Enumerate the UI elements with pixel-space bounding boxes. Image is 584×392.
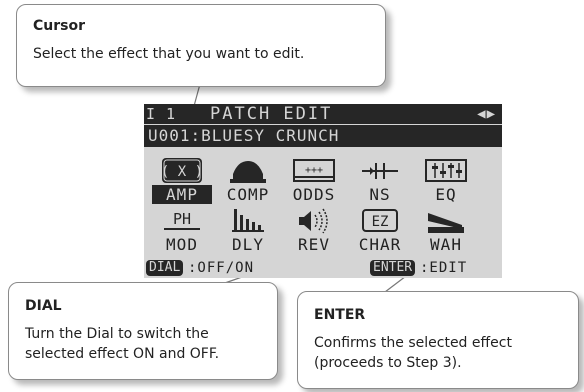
- char-glyph-text: EZ: [372, 214, 389, 230]
- callout-cursor-body: Select the effect that you want to edit.: [33, 46, 305, 62]
- enter-action: :EDIT: [420, 260, 468, 276]
- dial-key[interactable]: DIAL: [146, 260, 184, 276]
- effect-label: COMP: [226, 185, 270, 204]
- odds-icon: +++: [284, 157, 344, 185]
- svg-text:+++: +++: [305, 165, 323, 176]
- effect-label: WAH: [430, 235, 462, 254]
- effect-comp[interactable]: COMP: [218, 157, 278, 207]
- mod-glyph-text: PH: [173, 210, 191, 228]
- enter-key[interactable]: ENTER: [370, 260, 416, 276]
- effect-label: EQ: [435, 185, 457, 204]
- effect-dly[interactable]: DLY: [218, 207, 278, 257]
- delay-icon: [218, 207, 278, 235]
- noise-suppressor-icon: [350, 157, 410, 185]
- effect-amp[interactable]: ( X ) AMP: [152, 157, 212, 207]
- effect-mod[interactable]: PH MOD: [152, 207, 212, 257]
- page-arrows-icon[interactable]: ◀▶: [477, 106, 496, 122]
- effect-rev[interactable]: REV: [284, 207, 344, 257]
- eq-icon: [416, 157, 476, 185]
- effect-label: REV: [298, 235, 330, 254]
- mod-icon: PH: [152, 207, 212, 235]
- callout-dial-body: Turn the Dial to switch the selected eff…: [25, 326, 220, 362]
- callout-enter-title: ENTER: [314, 307, 366, 323]
- char-icon: EZ: [350, 207, 410, 235]
- screen-title: PATCH EDIT: [210, 104, 333, 124]
- patch-name: U001:BLUESY CRUNCH: [144, 125, 502, 147]
- callout-dial-title: DIAL: [25, 298, 62, 314]
- callout-cursor-title: Cursor: [33, 18, 86, 34]
- effect-label: MOD: [166, 235, 198, 254]
- reverb-icon: [284, 207, 344, 235]
- effect-label: ODDS: [292, 185, 336, 204]
- lcd-footer: DIAL :OFF/ON ENTER :EDIT: [144, 258, 502, 278]
- lcd-header: I 1 PATCH EDIT ◀▶: [144, 104, 502, 124]
- effect-label: CHAR: [358, 235, 402, 254]
- comp-icon: [218, 157, 278, 185]
- effect-label: AMP: [152, 185, 212, 204]
- patch-indicator: I 1: [146, 105, 177, 123]
- amp-icon: ( X ): [152, 157, 212, 185]
- effect-wah[interactable]: WAH: [416, 207, 476, 257]
- svg-text:( X ): ( X ): [161, 164, 203, 180]
- lcd-display: I 1 PATCH EDIT ◀▶ U001:BLUESY CRUNCH ( X…: [144, 104, 502, 278]
- effect-odds[interactable]: +++ ODDS: [284, 157, 344, 207]
- effect-label: DLY: [232, 235, 264, 254]
- callout-cursor: Cursor Select the effect that you want t…: [16, 4, 386, 87]
- effect-ns[interactable]: NS: [350, 157, 410, 207]
- dial-action: :OFF/ON: [188, 260, 255, 276]
- effect-char[interactable]: EZ CHAR: [350, 207, 410, 257]
- wah-icon: [416, 207, 476, 235]
- callout-dial: DIAL Turn the Dial to switch the selecte…: [8, 282, 278, 380]
- callout-enter: ENTER Confirms the selected effect (proc…: [297, 291, 579, 389]
- effect-eq[interactable]: EQ: [416, 157, 476, 207]
- effect-label: NS: [369, 185, 391, 204]
- callout-enter-body: Confirms the selected effect (proceeds t…: [314, 335, 512, 371]
